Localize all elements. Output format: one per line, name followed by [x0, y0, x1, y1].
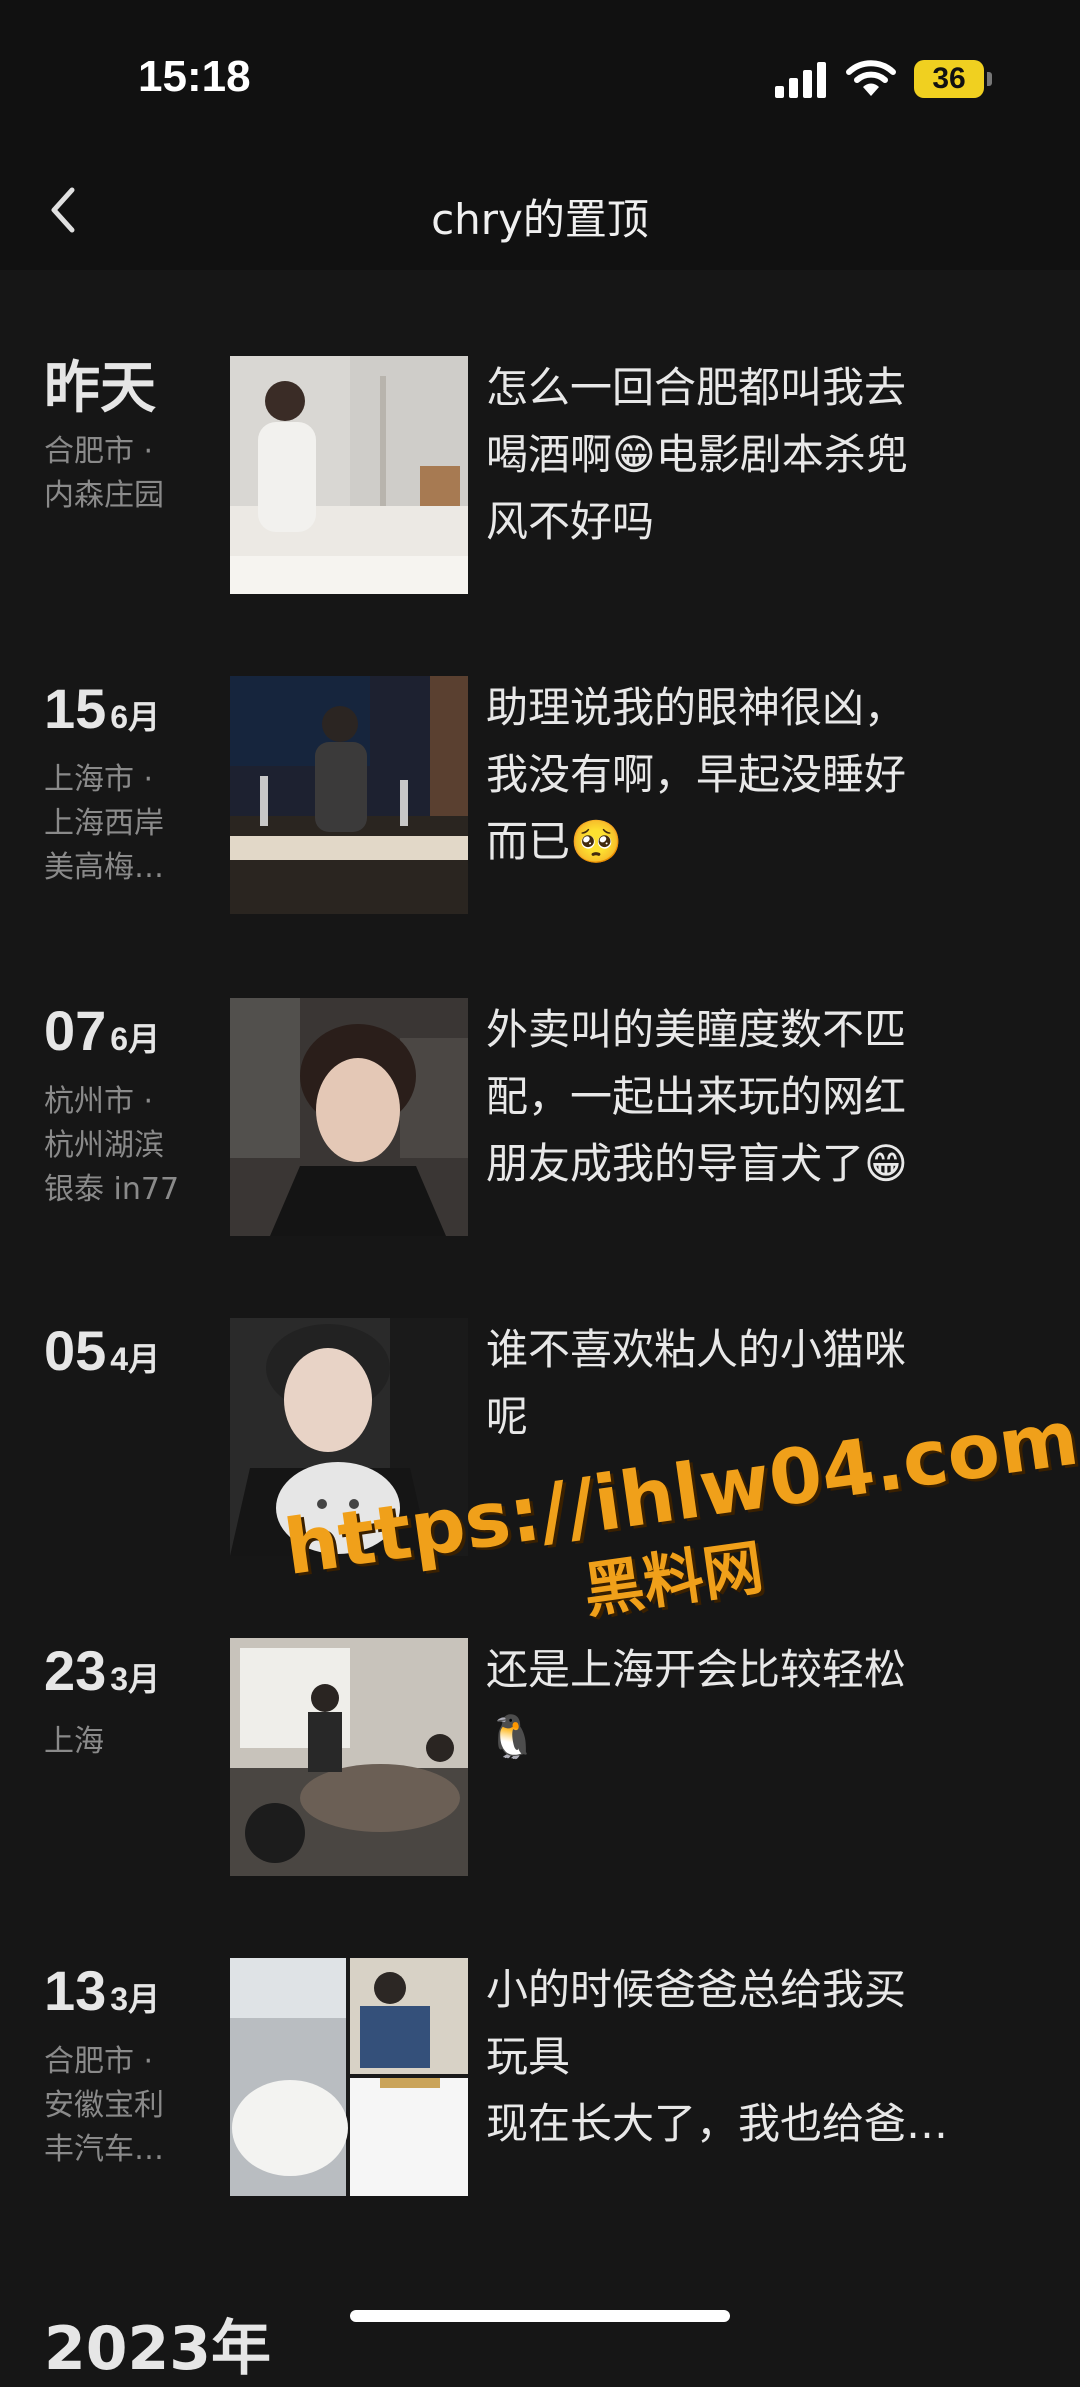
- post-thumbnail[interactable]: [230, 998, 468, 1236]
- battery-icon: 36: [914, 60, 984, 98]
- post-date: 07 6月 杭州市 · 杭州湖滨 银泰 in77: [44, 998, 224, 1212]
- post-month: 6月: [110, 1021, 161, 1057]
- cellular-signal-icon: [775, 60, 829, 98]
- post-month: 6月: [110, 699, 161, 735]
- post-location: 上海: [44, 1724, 104, 1759]
- post-day-number: 15: [44, 677, 107, 740]
- post-date: 23 3月 上海: [44, 1638, 224, 1764]
- home-indicator[interactable]: [350, 2310, 730, 2322]
- post-date: 13 3月 合肥市 · 安徽宝利 丰汽车…: [44, 1958, 224, 2172]
- post-day-number: 07: [44, 999, 107, 1062]
- status-time: 15:18: [138, 52, 251, 101]
- post-date: 15 6月 上海市 · 上海西岸 美高梅…: [44, 676, 224, 890]
- page-title: chry的置顶: [431, 195, 649, 244]
- post-day: 昨天: [44, 356, 156, 421]
- post-thumbnail[interactable]: [230, 1958, 468, 2196]
- post-location: 上海市 · 上海西岸 美高梅…: [44, 762, 164, 885]
- post-entry[interactable]: 07 6月 杭州市 · 杭州湖滨 银泰 in77 外卖叫的美瞳度数不匹 配，一起出…: [0, 998, 1080, 1238]
- status-bar: 15:18 36: [0, 0, 1080, 150]
- post-text: 助理说我的眼神很凶， 我没有啊，早起没睡好 而已🥺: [486, 683, 907, 866]
- post-day-number: 23: [44, 1639, 107, 1702]
- post-thumbnail[interactable]: [230, 356, 468, 594]
- post-day: 07 6月: [44, 998, 224, 1072]
- year-divider: 2023年: [44, 2314, 271, 2384]
- post-day-number: 13: [44, 1959, 107, 2022]
- post-location: 合肥市 · 安徽宝利 丰汽车…: [44, 2044, 164, 2167]
- post-entry[interactable]: 13 3月 合肥市 · 安徽宝利 丰汽车… 小的时候爸爸总给我买 玩具 现在长大了…: [0, 1958, 1080, 2198]
- post-day: 05 4月: [44, 1318, 224, 1392]
- wifi-icon: [846, 60, 896, 96]
- nav-bar: chry的置顶: [0, 150, 1080, 270]
- post-text: 小的时候爸爸总给我买 玩具 现在长大了，我也给爸…: [486, 1965, 949, 2148]
- post-location: 杭州市 · 杭州湖滨 银泰 in77: [44, 1084, 180, 1207]
- post-entry[interactable]: 昨天 合肥市 · 内森庄园 怎么一回合肥都叫我去 喝酒啊😁电影剧本杀兜 风不好吗: [0, 356, 1080, 596]
- post-entry[interactable]: 15 6月 上海市 · 上海西岸 美高梅… 助理说我的眼神很凶， 我没有啊，早起没…: [0, 676, 1080, 916]
- post-location: 合肥市 · 内森庄园: [44, 434, 164, 513]
- battery-tip: [987, 72, 992, 86]
- post-month: 3月: [110, 1661, 161, 1697]
- post-date: 昨天 合肥市 · 内森庄园: [44, 356, 224, 518]
- post-day-number: 05: [44, 1319, 107, 1382]
- post-month: 3月: [110, 1981, 161, 2017]
- post-month: 4月: [110, 1341, 161, 1377]
- post-day: 23 3月: [44, 1638, 224, 1712]
- post-text: 外卖叫的美瞳度数不匹 配，一起出来玩的网红 朋友成我的导盲犬了😁: [486, 1005, 908, 1188]
- post-day: 15 6月: [44, 676, 224, 750]
- post-thumbnail[interactable]: [230, 676, 468, 914]
- post-day: 13 3月: [44, 1958, 224, 2032]
- post-text: 怎么一回合肥都叫我去 喝酒啊😁电影剧本杀兜 风不好吗: [486, 363, 908, 546]
- post-date: 05 4月: [44, 1318, 224, 1400]
